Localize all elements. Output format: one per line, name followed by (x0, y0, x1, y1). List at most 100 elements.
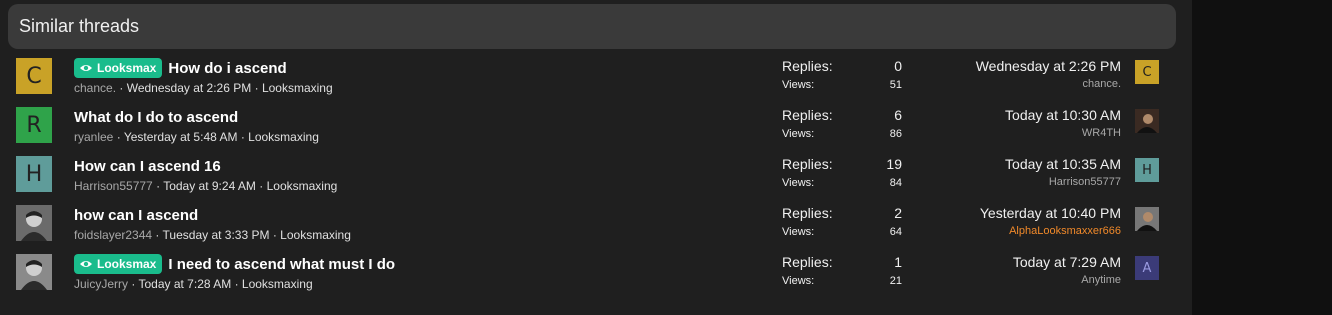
thread-title-line: Looksmax I need to ascend what must I do (74, 254, 395, 274)
replies-count: 1 (894, 254, 902, 270)
thread-author-link[interactable]: foidslayer2344 (74, 228, 152, 242)
views-count: 21 (889, 275, 902, 287)
similar-threads-panel: Similar threads C Looksmax How do i asce… (0, 0, 1192, 315)
last-poster-avatar[interactable]: C (1135, 60, 1159, 84)
thread-author-link[interactable]: chance. (74, 81, 116, 95)
last-post-time[interactable]: Today at 7:29 AM (1013, 254, 1121, 270)
views-label: Views: (782, 177, 815, 189)
forum-link[interactable]: Looksmaxing (248, 130, 319, 144)
thread-row: H How can I ascend 16 Harrison55777 · To… (0, 156, 1192, 205)
section-title: Similar threads (19, 16, 140, 36)
last-poster-avatar[interactable]: H (1135, 158, 1159, 182)
thread-meta: JuicyJerry · Today at 7:28 AM · Looksmax… (74, 277, 313, 291)
thread-meta: ryanlee · Yesterday at 5:48 AM · Looksma… (74, 130, 319, 144)
thread-start-date[interactable]: Tuesday at 3:33 PM (163, 228, 270, 242)
thread-start-date[interactable]: Today at 9:24 AM (163, 179, 256, 193)
views-label: Views: (782, 226, 815, 238)
author-avatar[interactable]: H (16, 156, 52, 192)
avatar-photo-icon (16, 205, 52, 241)
avatar-photo-icon (1135, 207, 1159, 231)
views-label: Views: (782, 275, 815, 287)
thread-meta: foidslayer2344 · Tuesday at 3:33 PM · Lo… (74, 228, 351, 242)
forum-link[interactable]: Looksmaxing (242, 277, 313, 291)
replies-count: 2 (894, 205, 902, 221)
eye-icon (80, 65, 92, 71)
thread-title-link[interactable]: What do I do to ascend (74, 109, 238, 126)
thread-start-date[interactable]: Yesterday at 5:48 AM (124, 130, 238, 144)
avatar-letter: H (25, 161, 43, 187)
replies-label: Replies: (782, 107, 833, 123)
thread-meta: chance. · Wednesday at 2:26 PM · Looksma… (74, 81, 333, 95)
views-label: Views: (782, 79, 815, 91)
thread-author-link[interactable]: Harrison55777 (74, 179, 153, 193)
prefix-tag[interactable]: Looksmax (74, 58, 163, 78)
avatar-letter: H (1142, 162, 1152, 178)
avatar-photo-icon (16, 254, 52, 290)
avatar-letter: A (1142, 260, 1152, 276)
avatar-letter: R (26, 112, 42, 138)
last-poster-link[interactable]: Harrison55777 (1049, 176, 1121, 188)
replies-count: 19 (886, 156, 902, 172)
thread-row: Looksmax I need to ascend what must I do… (0, 254, 1192, 303)
meta-separator: · (116, 130, 124, 144)
last-poster-link[interactable]: chance. (1082, 78, 1121, 90)
last-poster-avatar[interactable] (1135, 207, 1159, 231)
thread-row: C Looksmax How do i ascend chance. · Wed… (0, 58, 1192, 107)
author-avatar[interactable]: C (16, 58, 52, 94)
thread-title-line: How can I ascend 16 (74, 156, 221, 176)
avatar-letter: C (26, 63, 42, 89)
avatar-letter: C (1142, 64, 1152, 80)
last-post-time[interactable]: Today at 10:30 AM (1005, 107, 1121, 123)
author-avatar[interactable] (16, 205, 52, 241)
thread-title-line: how can I ascend (74, 205, 198, 225)
prefix-tag-label: Looksmax (97, 257, 157, 271)
forum-link[interactable]: Looksmaxing (267, 179, 338, 193)
replies-count: 0 (894, 58, 902, 74)
replies-label: Replies: (782, 205, 833, 221)
thread-author-link[interactable]: JuicyJerry (74, 277, 128, 291)
thread-title-link[interactable]: How can I ascend 16 (74, 158, 221, 175)
thread-title-link[interactable]: I need to ascend what must I do (168, 256, 395, 273)
replies-count: 6 (894, 107, 902, 123)
last-poster-link[interactable]: AlphaLooksmaxxer666 (1009, 225, 1121, 237)
thread-title-line: Looksmax How do i ascend (74, 58, 287, 78)
meta-separator: · (234, 277, 242, 291)
prefix-tag-label: Looksmax (97, 61, 157, 75)
author-avatar[interactable] (16, 254, 52, 290)
thread-meta: Harrison55777 · Today at 9:24 AM · Looks… (74, 179, 337, 193)
avatar-photo-icon (1135, 109, 1159, 133)
meta-separator: · (155, 228, 163, 242)
thread-start-date[interactable]: Today at 7:28 AM (138, 277, 231, 291)
views-count: 51 (889, 79, 902, 91)
thread-row: how can I ascend foidslayer2344 · Tuesda… (0, 205, 1192, 254)
thread-title-link[interactable]: how can I ascend (74, 207, 198, 224)
replies-label: Replies: (782, 156, 833, 172)
eye-icon (80, 261, 92, 267)
forum-link[interactable]: Looksmaxing (280, 228, 351, 242)
meta-separator: · (119, 81, 127, 95)
replies-label: Replies: (782, 58, 833, 74)
last-poster-avatar[interactable] (1135, 109, 1159, 133)
views-label: Views: (782, 128, 815, 140)
last-post-time[interactable]: Wednesday at 2:26 PM (976, 58, 1121, 74)
meta-separator: · (254, 81, 262, 95)
forum-link[interactable]: Looksmaxing (262, 81, 333, 95)
last-post-time[interactable]: Today at 10:35 AM (1005, 156, 1121, 172)
last-poster-link[interactable]: WR4TH (1082, 127, 1121, 139)
thread-title-line: What do I do to ascend (74, 107, 238, 127)
last-post-time[interactable]: Yesterday at 10:40 PM (980, 205, 1121, 221)
thread-title-link[interactable]: How do i ascend (168, 60, 286, 77)
author-avatar[interactable]: R (16, 107, 52, 143)
thread-author-link[interactable]: ryanlee (74, 130, 113, 144)
meta-separator: · (259, 179, 267, 193)
section-header: Similar threads (8, 4, 1176, 49)
thread-row: R What do I do to ascend ryanlee · Yeste… (0, 107, 1192, 156)
views-count: 64 (889, 226, 902, 238)
thread-start-date[interactable]: Wednesday at 2:26 PM (127, 81, 252, 95)
replies-label: Replies: (782, 254, 833, 270)
last-poster-avatar[interactable]: A (1135, 256, 1159, 280)
last-poster-link[interactable]: Anytime (1081, 274, 1121, 286)
views-count: 84 (889, 177, 902, 189)
prefix-tag[interactable]: Looksmax (74, 254, 163, 274)
views-count: 86 (889, 128, 902, 140)
